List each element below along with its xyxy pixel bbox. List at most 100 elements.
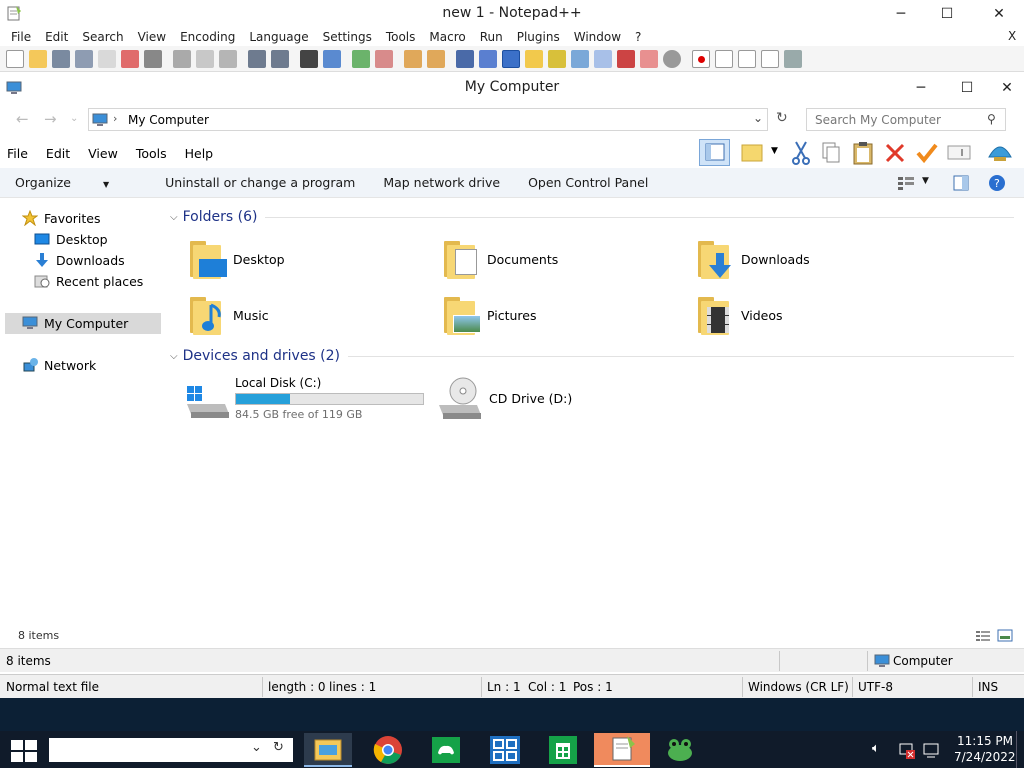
refresh-icon[interactable]: ↻ (776, 110, 788, 126)
sync-horizontal-icon[interactable] (427, 49, 445, 68)
menu-plugins[interactable]: Plugins (517, 30, 560, 44)
menu-help[interactable]: ? (635, 30, 641, 44)
cut-icon[interactable] (173, 49, 191, 68)
explorer-menu-help[interactable]: Help (185, 146, 214, 161)
folder-documents[interactable]: Documents (441, 234, 558, 284)
menu-search[interactable]: Search (82, 30, 123, 44)
taskbar-file-explorer[interactable] (304, 733, 352, 767)
delete-icon[interactable] (884, 141, 906, 165)
taskbar-tiles-app[interactable] (481, 733, 529, 767)
nav-desktop[interactable]: Desktop (34, 229, 108, 249)
rename-icon[interactable] (946, 143, 972, 163)
play-macro-icon[interactable] (738, 49, 756, 68)
folder-pictures[interactable]: Pictures (441, 290, 537, 340)
taskbar-game-app[interactable] (422, 733, 470, 767)
close-button[interactable]: ✕ (976, 0, 1022, 28)
taskbar-notepadpp[interactable] (594, 733, 650, 767)
properties-check-icon[interactable] (915, 141, 939, 165)
replace-icon[interactable] (323, 49, 341, 68)
volume-icon[interactable]: 🔈︎ (872, 741, 880, 756)
minimize-button[interactable]: ─ (878, 0, 924, 28)
menu-tools[interactable]: Tools (386, 30, 416, 44)
menu-language[interactable]: Language (249, 30, 308, 44)
nav-network[interactable]: Network (22, 355, 96, 375)
explorer-menu-file[interactable]: File (7, 146, 28, 161)
udl-icon[interactable] (525, 49, 543, 68)
clock-date[interactable]: 7/24/2022 (954, 750, 1016, 764)
shell-icon[interactable] (986, 139, 1014, 167)
uninstall-program-button[interactable]: Uninstall or change a program (165, 175, 355, 190)
folder-videos[interactable]: Videos (695, 290, 783, 340)
forward-arrow-icon[interactable]: → (44, 110, 57, 128)
folder-music[interactable]: Music (187, 290, 269, 340)
stop-macro-icon[interactable] (715, 49, 733, 68)
close-all-icon[interactable] (121, 49, 139, 68)
nav-my-computer[interactable]: My Computer (22, 313, 128, 333)
status-encoding[interactable]: UTF-8 (858, 680, 893, 694)
status-eol[interactable]: Windows (CR LF) (748, 680, 849, 694)
doc-map-icon[interactable] (548, 49, 566, 68)
word-wrap-icon[interactable] (456, 49, 474, 68)
function-list-icon[interactable] (571, 49, 589, 68)
indent-guide-icon[interactable] (502, 49, 520, 68)
search-icon[interactable]: ⚲ (987, 112, 996, 126)
folder-downloads[interactable]: Downloads (695, 234, 810, 284)
sync-vertical-icon[interactable] (404, 49, 422, 68)
nav-recent-places[interactable]: Recent places (34, 271, 143, 291)
copy-icon[interactable] (196, 49, 214, 68)
layout-pane-button[interactable] (699, 139, 730, 166)
zoom-in-icon[interactable] (352, 49, 370, 68)
network-disconnected-icon[interactable] (898, 741, 916, 759)
taskbar-frog-app[interactable] (656, 733, 704, 767)
action-center-icon[interactable] (922, 741, 940, 759)
cut-icon[interactable] (790, 140, 812, 166)
windows-start-icon[interactable] (11, 740, 37, 762)
copy-icon[interactable] (820, 141, 842, 165)
view-dropdown-icon[interactable]: ▼ (922, 176, 929, 186)
taskbar-store[interactable] (539, 733, 587, 767)
open-file-icon[interactable] (29, 49, 47, 68)
explorer-menu-edit[interactable]: Edit (46, 146, 70, 161)
menu-run[interactable]: Run (480, 30, 503, 44)
nav-downloads[interactable]: Downloads (34, 250, 125, 270)
explorer-menu-tools[interactable]: Tools (136, 146, 167, 161)
taskbar-search-input[interactable]: ⌄ ↻ (49, 738, 293, 762)
menu-window[interactable]: Window (574, 30, 621, 44)
menu-encoding[interactable]: Encoding (180, 30, 235, 44)
drive-d[interactable]: CD Drive (D:) (437, 374, 572, 422)
record-macro-icon[interactable] (692, 49, 710, 68)
menu-file[interactable]: File (11, 30, 31, 44)
status-insert-mode[interactable]: INS (978, 680, 998, 694)
paste-icon[interactable] (851, 140, 875, 166)
print-icon[interactable] (144, 49, 162, 68)
details-view-icon[interactable] (975, 629, 991, 643)
address-dropdown-icon[interactable]: ⌄ (753, 111, 763, 125)
refresh-icon[interactable]: ↻ (273, 740, 284, 755)
explorer-close-button[interactable]: ✕ (984, 74, 1024, 102)
taskbar-chrome[interactable] (364, 733, 412, 767)
menu-edit[interactable]: Edit (45, 30, 68, 44)
find-icon[interactable] (300, 49, 318, 68)
doc-list-icon[interactable] (640, 49, 658, 68)
large-icons-view-icon[interactable] (997, 628, 1013, 642)
redo-icon[interactable] (271, 49, 289, 68)
folders-group-header[interactable]: ⌵ Folders (6) (170, 209, 1014, 225)
map-network-drive-button[interactable]: Map network drive (383, 175, 500, 190)
organize-button[interactable]: Organize ▼ (15, 175, 137, 190)
preview-pane-icon[interactable] (952, 174, 970, 192)
save-all-icon[interactable] (75, 49, 93, 68)
drive-c[interactable]: Local Disk (C:) 84.5 GB free of 119 GB (183, 372, 425, 424)
folder-workspace-icon[interactable] (594, 49, 612, 68)
nav-favorites[interactable]: Favorites (22, 208, 100, 228)
show-all-chars-icon[interactable] (479, 49, 497, 68)
run-macro-multiple-icon[interactable] (761, 49, 779, 68)
menu-view[interactable]: View (138, 30, 166, 44)
new-dropdown-icon[interactable]: ▼ (771, 146, 778, 156)
paste-icon[interactable] (219, 49, 237, 68)
explorer-minimize-button[interactable]: ─ (898, 74, 944, 102)
explorer-menu-view[interactable]: View (88, 146, 118, 161)
search-box[interactable]: Search My Computer ⚲ (806, 108, 1006, 131)
address-bar[interactable]: › My Computer ⌄ (88, 108, 768, 131)
monitoring-icon[interactable] (617, 49, 635, 68)
menu-settings[interactable]: Settings (323, 30, 372, 44)
